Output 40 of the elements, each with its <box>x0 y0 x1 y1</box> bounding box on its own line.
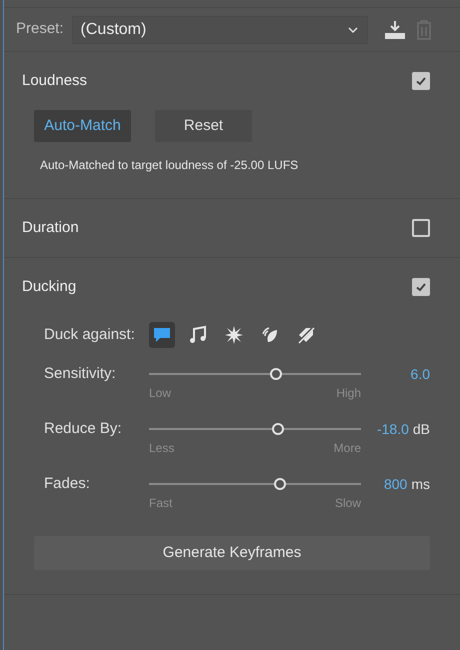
leaf-icon <box>260 325 280 345</box>
slider-value[interactable]: -18.0 <box>376 419 409 457</box>
section-title: Ducking <box>22 276 76 297</box>
section-title: Loudness <box>22 70 88 91</box>
download-icon[interactable] <box>384 20 406 40</box>
slider-value[interactable]: 800 <box>384 474 408 512</box>
check-icon <box>415 75 427 87</box>
slider-label: Fades: <box>44 474 91 494</box>
checkbox[interactable] <box>412 219 430 237</box>
slider-max-label: High <box>336 385 361 402</box>
slider-thumb[interactable] <box>270 368 282 380</box>
status-text: Auto-Matched to target loudness of -25.00 LUFS <box>40 157 300 174</box>
preset-label: Preset: <box>16 19 64 40</box>
panel-button[interactable]: Auto-Match <box>34 110 131 142</box>
music-note-icon <box>188 325 208 345</box>
slider-thumb[interactable] <box>272 423 284 435</box>
duck-against-label: Duck against: <box>44 324 136 345</box>
unit-label: ms <box>411 475 430 494</box>
burst-icon <box>224 325 244 345</box>
chevron-down-icon <box>346 26 359 34</box>
unit-label: dB <box>412 420 430 439</box>
slider-label: Reduce By: <box>44 419 123 439</box>
tag-slash-icon <box>296 325 316 345</box>
generate-keyframes-button[interactable]: Generate Keyframes <box>34 536 430 570</box>
panel-button[interactable]: Reset <box>155 110 252 142</box>
slider-max-label: Slow <box>334 495 361 512</box>
checkbox[interactable] <box>412 72 430 90</box>
duck-option[interactable] <box>149 322 175 348</box>
slider-value[interactable]: 6.0 <box>410 364 430 402</box>
checkbox[interactable] <box>412 278 430 296</box>
slider-thumb[interactable] <box>274 478 286 490</box>
check-icon <box>415 281 427 293</box>
slider-label: Sensitivity: <box>44 364 117 384</box>
slider-min-label: Low <box>149 385 172 402</box>
slider-min-label: Fast <box>149 495 172 512</box>
preset-dropdown[interactable]: (Custom) <box>72 16 368 44</box>
slider-min-label: Less <box>149 440 174 457</box>
section-title: Duration <box>22 218 79 238</box>
speech-bubble-icon <box>152 325 172 345</box>
slider-max-label: More <box>334 440 361 457</box>
